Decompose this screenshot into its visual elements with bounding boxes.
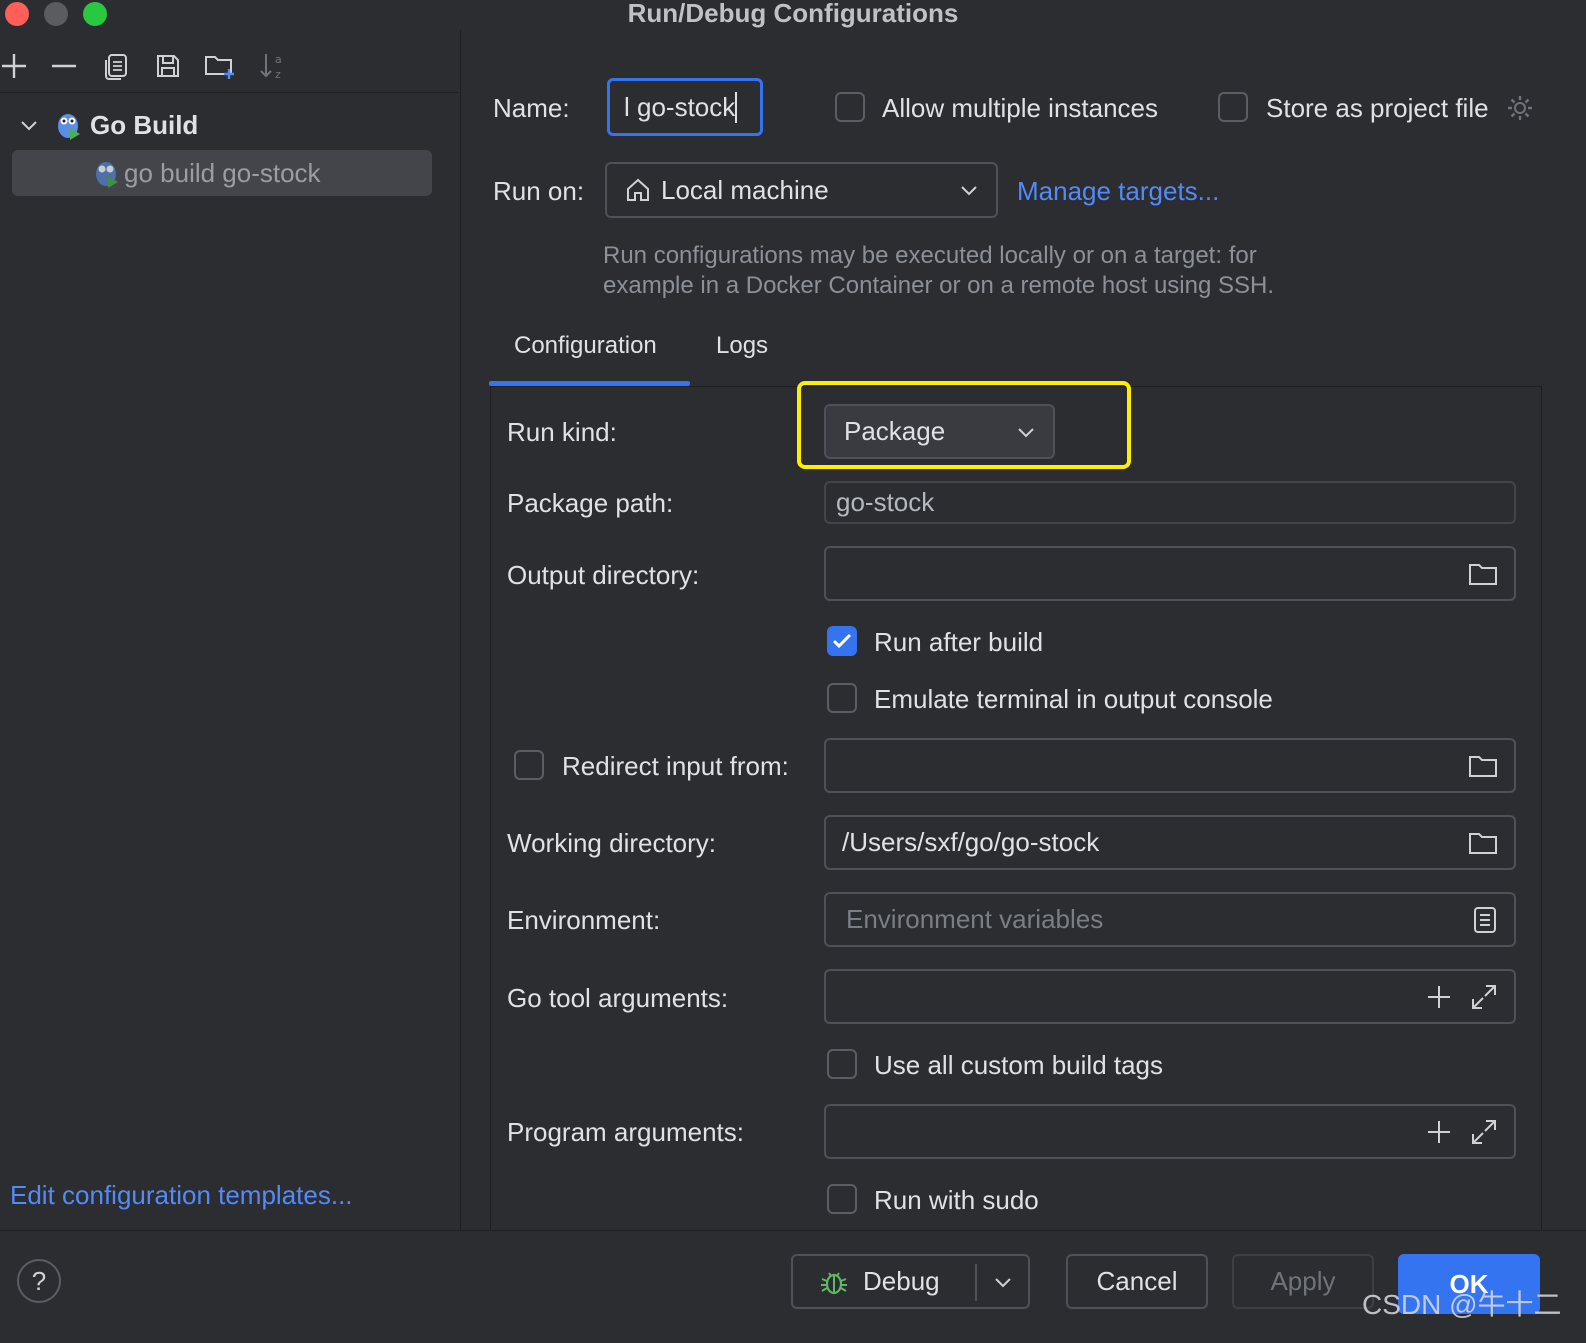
folder-icon[interactable] xyxy=(1468,561,1498,587)
add-icon[interactable] xyxy=(1426,1119,1452,1145)
chevron-down-icon xyxy=(1018,427,1034,437)
hint-line: Run configurations may be executed local… xyxy=(603,242,1257,269)
name-input[interactable]: l go-stock xyxy=(607,78,763,136)
folder-icon[interactable] xyxy=(1468,830,1498,856)
tree-group-go-build[interactable]: Go Build xyxy=(20,108,198,142)
sort-alphabetically-icon[interactable]: az xyxy=(254,48,290,84)
bug-icon xyxy=(821,1271,847,1294)
hint-line: example in a Docker Container or on a re… xyxy=(603,272,1275,299)
package-path-input[interactable]: go-stock xyxy=(824,481,1516,524)
run-after-build-checkbox[interactable] xyxy=(827,626,857,656)
go-tool-arguments-input[interactable] xyxy=(824,969,1516,1024)
remove-icon[interactable] xyxy=(46,48,82,84)
go-tool-arguments-label: Go tool arguments: xyxy=(507,983,729,1013)
run-kind-value: Package xyxy=(844,416,946,446)
gear-icon[interactable] xyxy=(1505,93,1535,128)
working-directory-label: Working directory: xyxy=(507,828,717,858)
gopher-run-icon xyxy=(56,110,82,140)
package-path-value: go-stock xyxy=(836,487,935,517)
add-icon[interactable] xyxy=(0,48,32,84)
copy-icon[interactable] xyxy=(98,48,134,84)
help-button[interactable]: ? xyxy=(17,1259,61,1303)
tab-configuration[interactable]: Configuration xyxy=(514,332,657,360)
expand-icon[interactable] xyxy=(1470,1118,1498,1146)
environment-input[interactable]: Environment variables xyxy=(824,892,1516,947)
output-directory-label: Output directory: xyxy=(507,560,700,590)
document-list-icon[interactable] xyxy=(1472,906,1498,934)
run-on-label: Run on: xyxy=(493,176,585,206)
allow-multiple-instances-label: Allow multiple instances xyxy=(882,93,1159,123)
redirect-input-label: Redirect input from: xyxy=(562,751,789,781)
checkmark-icon xyxy=(832,633,852,649)
allow-multiple-instances-checkbox[interactable] xyxy=(835,92,865,122)
new-folder-icon[interactable] xyxy=(202,48,238,84)
gopher-run-icon xyxy=(94,158,120,188)
edit-configuration-templates-link[interactable]: Edit configuration templates... xyxy=(10,1180,353,1211)
use-all-custom-build-tags-checkbox[interactable] xyxy=(827,1049,857,1079)
package-path-label: Package path: xyxy=(507,488,674,518)
save-icon[interactable] xyxy=(150,48,186,84)
tab-logs[interactable]: Logs xyxy=(716,332,768,360)
emulate-terminal-label: Emulate terminal in output console xyxy=(874,684,1273,714)
run-on-hint: Run configurations may be executed local… xyxy=(603,241,1274,301)
title-bar: Run/Debug Configurations xyxy=(0,0,1586,30)
working-directory-value: /Users/sxf/go/go-stock xyxy=(842,827,1100,857)
folder-icon[interactable] xyxy=(1468,753,1498,779)
apply-button[interactable]: Apply xyxy=(1232,1254,1374,1309)
emulate-terminal-checkbox[interactable] xyxy=(827,683,857,713)
run-after-build-label: Run after build xyxy=(874,627,1044,657)
tree-item-go-build-go-stock[interactable]: go build go-stock xyxy=(12,150,432,196)
add-icon[interactable] xyxy=(1426,984,1452,1010)
run-on-value: Local machine xyxy=(661,174,829,205)
tree-group-label: Go Build xyxy=(90,109,199,140)
working-directory-input[interactable]: /Users/sxf/go/go-stock xyxy=(824,815,1516,870)
redirect-input-field[interactable] xyxy=(824,738,1516,793)
store-as-project-file-checkbox[interactable] xyxy=(1218,92,1248,122)
watermark: CSDN @牛十二 xyxy=(1362,1289,1562,1320)
name-input-value: l go-stock xyxy=(624,91,738,123)
run-on-dropdown[interactable]: Local machine xyxy=(605,162,998,218)
store-as-project-file-label: Store as project file xyxy=(1266,93,1489,123)
manage-targets-link[interactable]: Manage targets... xyxy=(1017,176,1219,207)
svg-text:a: a xyxy=(275,53,282,66)
tree-item-label: go build go-stock xyxy=(124,157,321,188)
run-kind-label: Run kind: xyxy=(507,417,617,447)
run-kind-dropdown[interactable]: Package xyxy=(824,404,1055,459)
program-arguments-label: Program arguments: xyxy=(507,1117,744,1147)
debug-button-label: Debug xyxy=(863,1266,940,1296)
debug-button[interactable]: Debug xyxy=(791,1254,1030,1309)
environment-placeholder: Environment variables xyxy=(846,904,1104,934)
run-with-sudo-checkbox[interactable] xyxy=(827,1184,857,1214)
run-with-sudo-label: Run with sudo xyxy=(874,1185,1039,1215)
svg-text:z: z xyxy=(275,68,281,81)
chevron-down-icon[interactable] xyxy=(20,116,38,134)
redirect-input-checkbox[interactable] xyxy=(514,750,544,780)
chevron-down-icon[interactable] xyxy=(994,1273,1012,1291)
chevron-down-icon xyxy=(961,186,977,196)
expand-icon[interactable] xyxy=(1470,983,1498,1011)
split-divider xyxy=(975,1264,977,1301)
window-title: Run/Debug Configurations xyxy=(627,0,959,28)
environment-label: Environment: xyxy=(507,905,661,935)
sidebar xyxy=(0,30,461,1245)
name-label: Name: xyxy=(493,93,570,123)
cancel-button[interactable]: Cancel xyxy=(1066,1254,1208,1309)
toolbar-divider xyxy=(0,92,458,93)
home-icon xyxy=(627,178,649,201)
program-arguments-input[interactable] xyxy=(824,1104,1516,1159)
use-all-custom-build-tags-label: Use all custom build tags xyxy=(874,1050,1164,1080)
output-directory-input[interactable] xyxy=(824,546,1516,601)
